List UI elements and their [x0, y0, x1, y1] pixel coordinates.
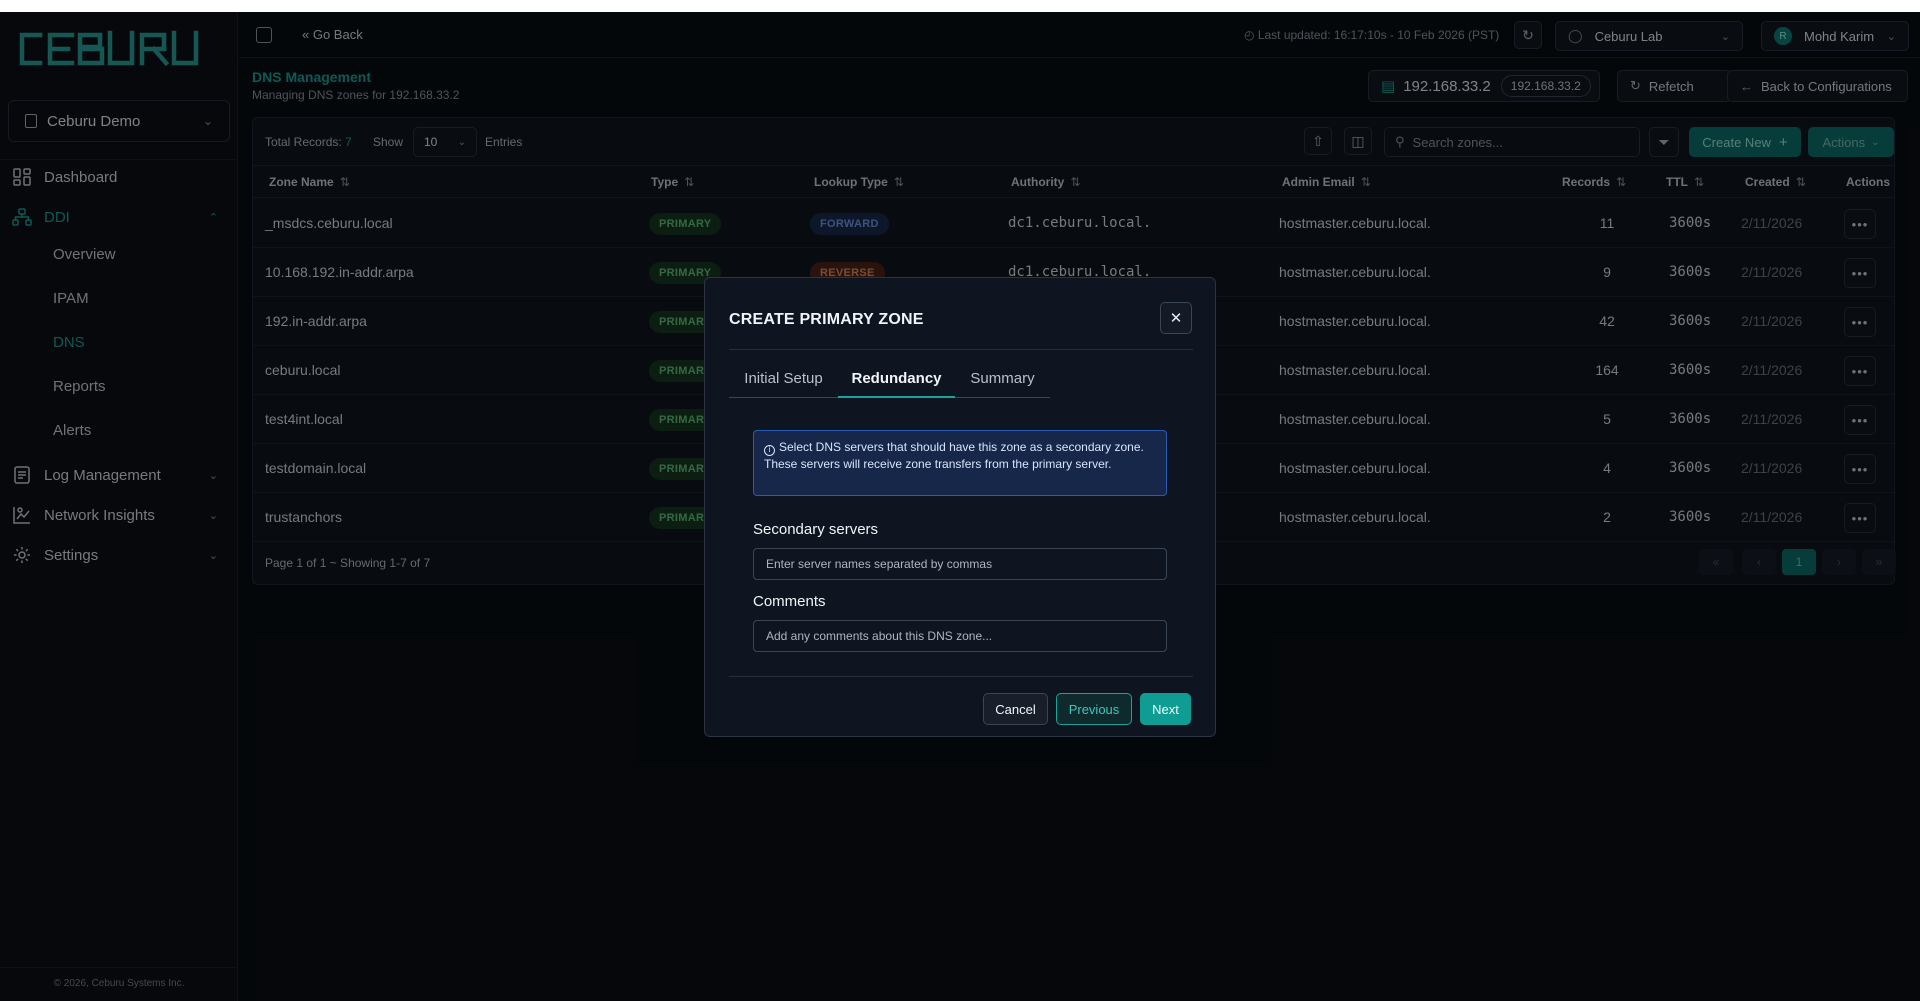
dialog-divider — [729, 349, 1193, 350]
secondary-servers-input[interactable] — [753, 548, 1167, 580]
comments-input[interactable] — [753, 620, 1167, 652]
close-button[interactable]: ✕ — [1160, 302, 1192, 334]
tab-initial-setup[interactable]: Initial Setup — [729, 362, 838, 398]
dialog-title: CREATE PRIMARY ZONE — [729, 311, 924, 328]
previous-button[interactable]: Previous — [1056, 693, 1132, 725]
next-button[interactable]: Next — [1140, 693, 1191, 725]
wizard-tabs: Initial Setup Redundancy Summary — [729, 362, 1050, 398]
info-alert: i Select DNS servers that should have thi… — [753, 430, 1167, 496]
comments-label: Comments — [753, 593, 826, 610]
info-icon: i — [764, 444, 775, 456]
cancel-button[interactable]: Cancel — [983, 693, 1048, 725]
tab-summary[interactable]: Summary — [955, 362, 1050, 398]
dialog-divider — [729, 676, 1193, 677]
create-primary-zone-dialog: CREATE PRIMARY ZONE ✕ Initial Setup Redu… — [704, 277, 1216, 737]
tab-redundancy[interactable]: Redundancy — [838, 362, 955, 398]
top-strip — [0, 0, 1920, 12]
app: Ceburu Demo ⌄ Dashboard DDI ⌃ Overview I… — [0, 12, 1920, 1001]
close-icon: ✕ — [1169, 310, 1183, 327]
info-text: Select DNS servers that should have this… — [764, 440, 1144, 471]
secondary-servers-label: Secondary servers — [753, 521, 879, 538]
